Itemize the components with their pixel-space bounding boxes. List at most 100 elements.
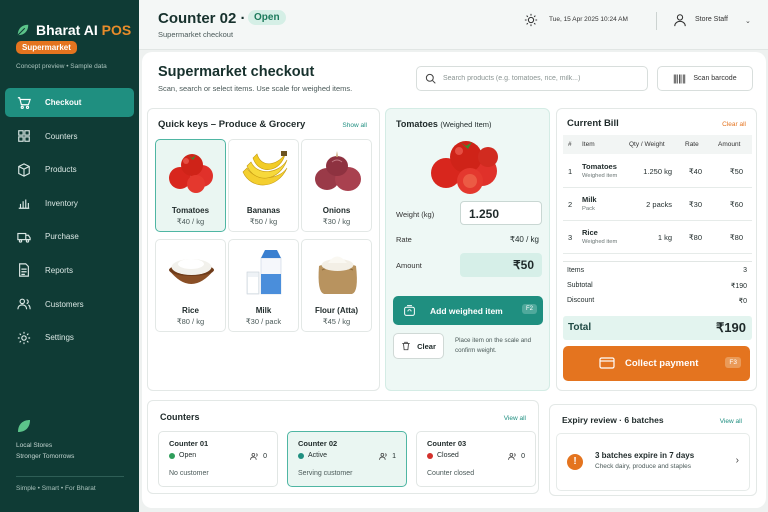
nav-label: Settings bbox=[45, 333, 74, 343]
chevron-down-icon[interactable]: ⌄ bbox=[745, 17, 751, 25]
tile-price: ₹30 / pack bbox=[245, 317, 282, 326]
row-qty: 1.250 kg bbox=[643, 167, 672, 176]
nav-item-checkout[interactable]: Checkout bbox=[5, 88, 134, 117]
user-menu[interactable]: Store Staff bbox=[695, 16, 728, 23]
divider bbox=[16, 476, 124, 477]
row-qty: 2 packs bbox=[646, 200, 672, 209]
nav-item-reports[interactable]: Reports bbox=[5, 256, 134, 285]
trash-icon bbox=[402, 341, 410, 351]
add-weighed-label: Add weighed item bbox=[430, 305, 503, 316]
rate-label: Rate bbox=[396, 235, 412, 244]
truck-icon bbox=[17, 232, 31, 243]
scan-barcode-button[interactable]: Scan barcode bbox=[657, 66, 753, 91]
brand: Bharat AI POS bbox=[16, 22, 131, 38]
show-all-link[interactable]: Show all bbox=[342, 122, 367, 129]
rice-image bbox=[169, 259, 214, 284]
row-name: Rice bbox=[582, 228, 598, 237]
row-number: 1 bbox=[568, 167, 573, 176]
view-all-link[interactable]: View all bbox=[720, 418, 742, 425]
tile-name: Onions bbox=[322, 206, 351, 215]
collect-payment-label: Collect payment bbox=[625, 358, 699, 369]
search-input[interactable] bbox=[443, 75, 633, 82]
brand-name: Bharat AI POS bbox=[36, 22, 132, 38]
tile-price: ₹50 / kg bbox=[249, 217, 278, 226]
expiry-title: Expiry review · 6 batches bbox=[562, 415, 664, 425]
row-amount: ₹60 bbox=[729, 200, 743, 209]
row-number: 2 bbox=[568, 200, 573, 209]
quick-key-onions[interactable]: Onions ₹30 / kg bbox=[301, 139, 372, 232]
nav-item-inventory[interactable]: Inventory bbox=[5, 189, 134, 218]
nav-item-products[interactable]: Products bbox=[5, 155, 134, 184]
nav-item-counters[interactable]: Counters bbox=[5, 122, 134, 151]
bill-row[interactable]: 2 Milk Pack 2 packs ₹30 ₹60 bbox=[563, 188, 752, 221]
collect-payment-button[interactable]: Collect payment F3 bbox=[563, 346, 750, 381]
clear-all-link[interactable]: Clear all bbox=[722, 121, 746, 128]
tomatoes-image bbox=[431, 141, 498, 194]
amount-label: Amount bbox=[396, 261, 422, 270]
row-qty: 1 kg bbox=[657, 233, 672, 242]
quick-key-milk[interactable]: Milk ₹30 / pack bbox=[228, 239, 299, 332]
nav-item-purchase[interactable]: Purchase bbox=[5, 222, 134, 251]
row-name: Milk bbox=[582, 195, 597, 204]
bill-row[interactable]: 3 Rice Weighed item 1 kg ₹80 ₹80 bbox=[563, 221, 752, 254]
clear-button[interactable]: Clear bbox=[393, 333, 444, 359]
bar-chart-icon bbox=[18, 199, 30, 210]
status-dot bbox=[427, 452, 433, 459]
sun-icon[interactable] bbox=[524, 13, 538, 27]
nav-label: Inventory bbox=[45, 198, 78, 208]
users-icon bbox=[379, 453, 387, 460]
row-sub: Weighed item bbox=[582, 239, 618, 245]
users-icon bbox=[250, 453, 258, 460]
row-rate: ₹30 bbox=[688, 200, 702, 209]
main-panel: Supermarket checkout Scan, search or sel… bbox=[142, 52, 766, 508]
milk-image bbox=[246, 250, 282, 295]
counter-card-03[interactable]: Counter 03 Closed 0 Counter closed bbox=[416, 431, 536, 487]
nav-label: Reports bbox=[45, 265, 74, 275]
counter-title: Counter 02 · bbox=[158, 10, 246, 27]
status-badge: Open bbox=[248, 10, 286, 25]
expiry-headline: 3 batches expire in 7 days bbox=[595, 451, 695, 460]
customer-count: 0 bbox=[508, 452, 525, 461]
user-icon bbox=[674, 14, 686, 27]
bill-header-row: # Item Qty / Weight Rate Amount bbox=[563, 135, 752, 154]
counter-note: Counter closed bbox=[427, 470, 475, 477]
total-value: ₹190 bbox=[716, 320, 746, 335]
brand-badge: Supermarket bbox=[16, 41, 77, 54]
quick-keys-title: Quick keys – Produce & Grocery bbox=[158, 119, 306, 130]
weight-field[interactable]: 1.250 bbox=[460, 201, 542, 225]
search-box[interactable] bbox=[416, 66, 648, 91]
quick-key-rice[interactable]: Rice ₹80 / kg bbox=[155, 239, 226, 332]
leaf-logo-icon bbox=[17, 24, 29, 36]
quick-key-flour[interactable]: Flour (Atta) ₹45 / kg bbox=[301, 239, 372, 332]
total-row: Total ₹190 bbox=[563, 316, 752, 340]
tomatoes-image bbox=[169, 154, 213, 193]
quick-key-tomatoes[interactable]: Tomatoes ₹40 / kg bbox=[155, 139, 226, 232]
chevron-right-icon: › bbox=[735, 455, 739, 466]
onions-image bbox=[315, 151, 361, 191]
weight-label: Weight (kg) bbox=[396, 210, 435, 219]
nav-item-customers[interactable]: Customers bbox=[5, 290, 134, 319]
expiry-alert[interactable]: ! 3 batches expire in 7 days Check dairy… bbox=[556, 433, 750, 491]
tile-price: ₹80 / kg bbox=[176, 317, 205, 326]
counter-card-02[interactable]: Counter 02 Active 1 Serving customer bbox=[287, 431, 407, 487]
bill-row[interactable]: 1 Tomatoes Weighed item 1.250 kg ₹40 ₹50 bbox=[563, 155, 752, 188]
counter-card-01[interactable]: Counter 01 Open 0 No customer bbox=[158, 431, 278, 487]
status-dot bbox=[298, 452, 304, 459]
footer-line-2: Stronger Tomorrows bbox=[16, 453, 75, 460]
total-label: Total bbox=[568, 322, 592, 333]
counter-name: Counter 01 bbox=[169, 439, 209, 448]
nav-item-settings[interactable]: Settings bbox=[5, 323, 134, 352]
view-all-link[interactable]: View all bbox=[504, 415, 526, 422]
row-rate: ₹40 bbox=[688, 167, 702, 176]
tile-name: Tomatoes bbox=[171, 206, 210, 215]
search-icon bbox=[425, 73, 436, 84]
scale-hint: Place item on the scale and confirm weig… bbox=[455, 337, 532, 354]
warning-icon: ! bbox=[567, 454, 583, 470]
flour-image bbox=[318, 256, 357, 294]
add-weighed-item-button[interactable]: Add weighed item F2 bbox=[393, 296, 543, 325]
row-rate: ₹80 bbox=[688, 233, 702, 242]
quick-key-bananas[interactable]: Bananas ₹50 / kg bbox=[228, 139, 299, 232]
col-number: # bbox=[568, 141, 572, 148]
date-time: Tue, 15 Apr 2025 10:24 AM bbox=[549, 16, 628, 23]
bill-title: Current Bill bbox=[567, 118, 619, 129]
